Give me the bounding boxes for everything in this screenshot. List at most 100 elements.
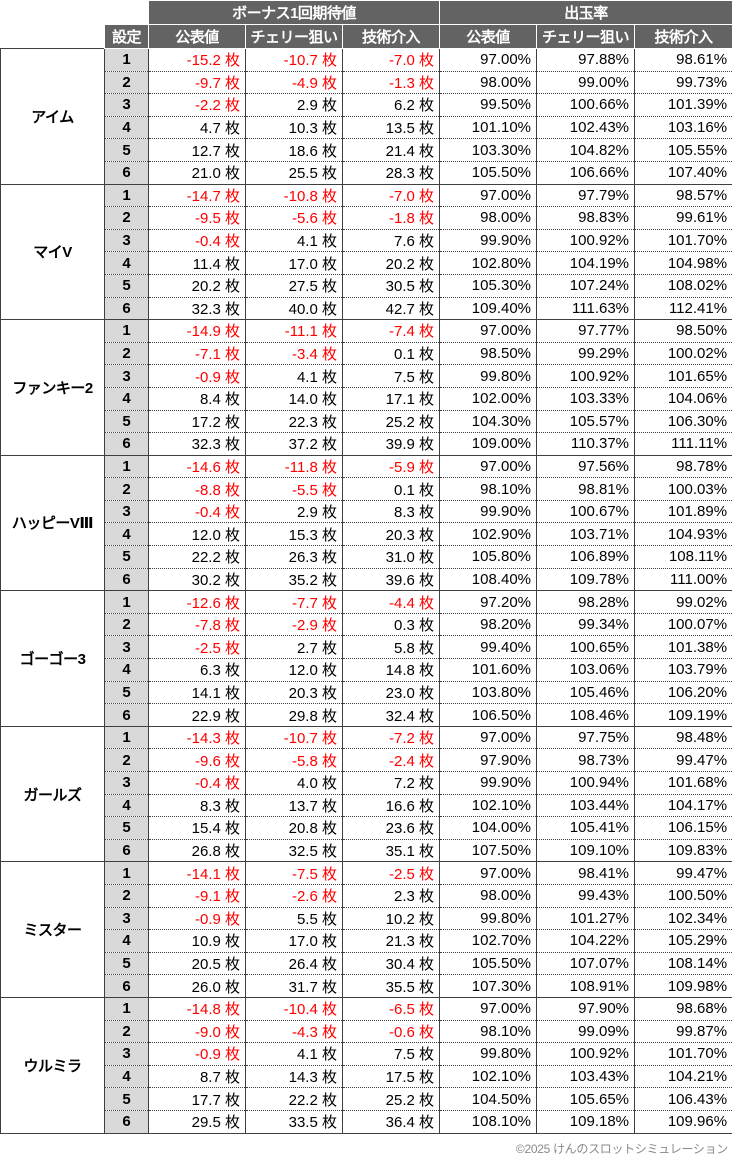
setting-cell: 5 [104,545,149,569]
cell-rate-technique: 100.07% [634,612,732,637]
cell-rate-technique: 111.11% [634,432,732,456]
table-row: 6 30.2 枚 35.2 枚 39.6 枚 108.40% 109.78% 111.00% [1,567,732,592]
cell-rate-cherry: 108.46% [536,703,636,727]
table-row: 2 -9.1 枚 -2.6 枚 2.3 枚 98.00% 99.43% 100.50% [1,883,732,908]
cell-bonus-official: 32.3 枚 [148,296,246,321]
setting-cell: 4 [104,658,149,682]
cell-bonus-cherry: -2.9 枚 [245,612,343,637]
setting-cell: 4 [104,251,149,275]
cell-rate-technique: 109.96% [634,1109,732,1134]
table-row: 4 8.3 枚 13.7 枚 16.6 枚 102.10% 103.44% 104.17% [1,793,732,818]
table-row: 4 10.9 枚 17.0 枚 21.3 枚 102.70% 104.22% 105.29% [1,929,732,953]
cell-rate-official: 98.00% [439,883,538,908]
cell-bonus-cherry: 31.7 枚 [245,974,343,998]
cell-bonus-official: -14.3 枚 [148,725,246,750]
setting-cell: 6 [104,160,149,185]
cell-bonus-cherry: -4.9 枚 [245,70,343,95]
setting-cell: 5 [104,1087,149,1111]
cell-rate-cherry: 97.79% [536,183,636,208]
cell-rate-cherry: 97.90% [536,996,636,1021]
cell-bonus-cherry: 17.0 枚 [245,929,343,953]
cell-rate-cherry: 111.63% [536,296,636,321]
column-header-rate-cherry: チェリー狙い [536,24,636,49]
setting-cell: 5 [104,409,149,434]
cell-rate-official: 102.90% [439,522,538,547]
setting-cell: 2 [104,477,149,501]
setting-cell: 5 [104,680,149,705]
cell-bonus-technique: 0.1 枚 [341,341,441,366]
cell-rate-cherry: 100.66% [536,93,636,117]
cell-rate-technique: 107.40% [634,160,732,185]
cell-rate-cherry: 99.34% [536,612,636,637]
cell-bonus-official: 8.4 枚 [148,386,246,411]
cell-rate-technique: 101.68% [634,771,732,795]
cell-rate-official: 104.30% [439,409,538,434]
cell-rate-official: 109.40% [439,296,538,321]
cell-rate-cherry: 110.37% [536,432,636,456]
cell-bonus-official: 12.7 枚 [148,138,246,162]
cell-bonus-technique: 31.0 枚 [341,545,441,569]
cell-bonus-technique: 30.4 枚 [341,951,441,976]
setting-cell: 1 [104,725,149,750]
cell-bonus-cherry: 4.1 枚 [245,364,343,388]
table-row: 5 22.2 枚 26.3 枚 31.0 枚 105.80% 106.89% 108.11% [1,545,732,569]
cell-bonus-technique: 16.6 枚 [341,793,441,818]
corner-blank-cell-2 [104,0,149,25]
cell-rate-cherry: 98.81% [536,477,636,501]
table-row: ハッピーVⅢ 1 -14.6 枚 -11.8 枚 -5.9 枚 97.00% 97.56% 9… [0,454,732,592]
cell-rate-cherry: 99.09% [536,1019,636,1044]
table-row: 3 -0.4 枚 4.0 枚 7.2 枚 99.90% 100.94% 101.68% [1,771,732,795]
cell-rate-cherry: 97.77% [536,319,636,343]
cell-bonus-official: -0.4 枚 [148,228,246,253]
cell-bonus-cherry: 26.4 枚 [245,951,343,976]
setting-cell: 5 [104,951,149,976]
table-row: 5 20.2 枚 27.5 枚 30.5 枚 105.30% 107.24% 108.02% [1,273,732,298]
cell-bonus-cherry: 33.5 枚 [245,1109,343,1134]
cell-bonus-official: -0.9 枚 [148,906,246,931]
setting-cell: 3 [104,635,149,660]
cell-rate-official: 97.00% [439,183,538,208]
table-row: 6 21.0 枚 25.5 枚 28.3 枚 105.50% 106.66% 107.40% [1,160,732,185]
cell-bonus-official: -0.4 枚 [148,771,246,795]
cell-bonus-official: -14.9 枚 [148,319,246,343]
cell-rate-cherry: 99.29% [536,341,636,366]
cell-bonus-cherry: -5.6 枚 [245,206,343,230]
cell-rate-official: 99.90% [439,499,538,524]
cell-bonus-official: 21.0 枚 [148,160,246,185]
cell-rate-official: 99.90% [439,228,538,253]
group-header-payout-rate: 出玉率 [439,0,732,25]
cell-rate-technique: 99.73% [634,70,732,95]
cell-rate-technique: 99.47% [634,861,732,885]
cell-rate-technique: 100.50% [634,883,732,908]
cell-rate-technique: 101.89% [634,499,732,524]
cell-bonus-technique: 17.1 枚 [341,386,441,411]
cell-bonus-technique: -6.5 枚 [341,996,441,1021]
cell-bonus-cherry: 25.5 枚 [245,160,343,185]
cell-rate-cherry: 104.22% [536,929,636,953]
cell-bonus-official: 8.3 枚 [148,793,246,818]
table-row: 4 8.4 枚 14.0 枚 17.1 枚 102.00% 103.33% 104.06% [1,386,732,411]
table-row: ガールズ 1 -14.3 枚 -10.7 枚 -7.2 枚 97.00% 97.75% 98.… [0,725,732,863]
cell-rate-official: 98.50% [439,341,538,366]
table-row: ミスター 1 -14.1 枚 -7.5 枚 -2.5 枚 97.00% 98.41% 99.4… [0,861,732,998]
cell-bonus-technique: 7.5 枚 [341,364,441,388]
setting-cell: 2 [104,206,149,230]
cell-bonus-cherry: 29.8 枚 [245,703,343,727]
cell-rate-official: 97.00% [439,861,538,885]
cell-rate-official: 103.30% [439,138,538,162]
cell-bonus-technique: 30.5 枚 [341,273,441,298]
machine-name-cell: ミスター [0,861,105,998]
cell-bonus-technique: 21.4 枚 [341,138,441,162]
cell-rate-cherry: 97.75% [536,725,636,750]
cell-rate-technique: 111.00% [634,567,732,592]
cell-rate-official: 101.10% [439,115,538,140]
setting-cell: 2 [104,70,149,95]
cell-bonus-cherry: 15.3 枚 [245,522,343,547]
table-row: 3 -0.9 枚 5.5 枚 10.2 枚 99.80% 101.27% 102.34% [1,906,732,931]
cell-bonus-cherry: -11.8 枚 [245,454,343,479]
cell-bonus-technique: -1.3 枚 [341,70,441,95]
cell-rate-cherry: 102.43% [536,115,636,140]
cell-rate-official: 99.80% [439,1042,538,1066]
cell-bonus-official: -9.0 枚 [148,1019,246,1044]
cell-rate-cherry: 100.67% [536,499,636,524]
